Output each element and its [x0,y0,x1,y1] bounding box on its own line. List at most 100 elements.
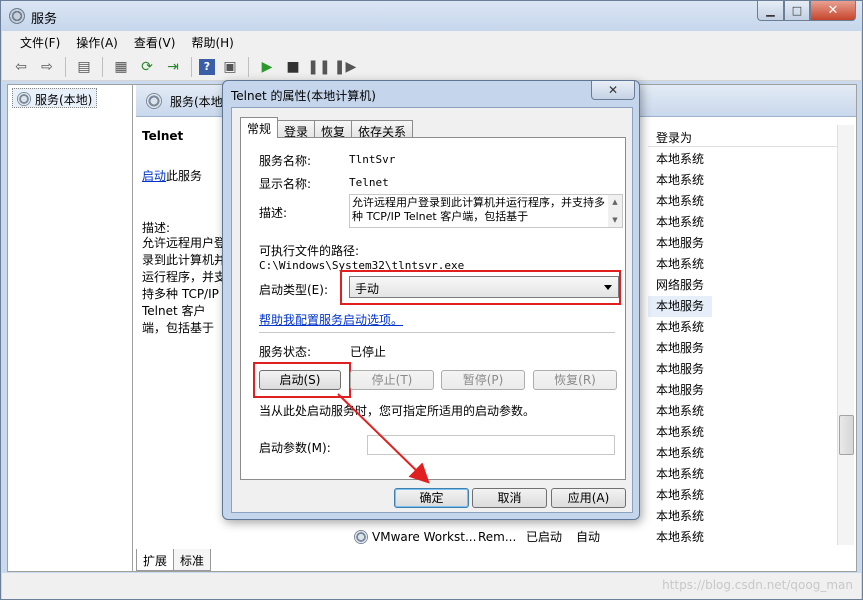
watermark-text: https://blog.csdn.net/qoog_man [662,578,853,592]
scroll-up-icon[interactable]: ▲ [612,195,617,209]
vertical-scrollbar[interactable] [837,125,854,545]
back-arrow-icon[interactable]: ⇦ [10,56,32,78]
description-label: 描述: [259,206,288,220]
list-item[interactable]: 本地系统 [648,170,848,191]
list-item[interactable]: 本地服务 [648,380,848,401]
display-name-label: 显示名称: [259,177,312,191]
close-button[interactable]: ✕ [810,1,856,21]
list-item[interactable]: 本地系统 [648,254,848,275]
list-item[interactable]: 本地系统 [648,527,848,548]
start-service-suffix: 此服务 [166,169,203,183]
toolbar: ⇦ ⇨ ▤ ▦ ⟳ ⇥ ? ▣ ▶ ■ ❚❚ ❚▶ [2,53,861,81]
help-configure-link[interactable]: 帮助我配置服务启动选项。 [259,311,403,328]
description-label: 描述: [142,221,171,235]
highlight-box-startup-type [340,270,621,305]
maximize-button[interactable]: □ [784,1,810,21]
services-gear-icon [146,93,162,109]
tab-recovery[interactable]: 恢复 [314,120,353,139]
restart-service-icon[interactable]: ❚▶ [334,56,357,78]
list-item[interactable]: 本地系统 [648,401,848,422]
toolbar-separator [191,56,192,77]
service-status-value: 已停止 [350,345,387,359]
general-tab-panel: 服务名称: TlntSvr 显示名称: Telnet 描述: 允许远程用户登录到… [240,137,626,480]
service-name-label: 服务名称: [259,154,312,168]
list-item[interactable]: 本地服务 [648,359,848,380]
list-item[interactable]: 本地服务 [648,233,848,254]
scroll-down-icon[interactable]: ▼ [612,213,617,227]
cancel-button[interactable]: 取消 [472,488,547,508]
apply-button[interactable]: 应用(A) [551,488,626,508]
list-item[interactable]: 本地系统 [648,149,848,170]
list-item[interactable]: 本地系统 [648,317,848,338]
start-service-icon[interactable]: ▶ [256,56,278,78]
startup-type-label: 启动类型(E): [259,283,328,297]
status-bar: https://blog.csdn.net/qoog_man [2,573,861,599]
toolbar-separator [102,56,103,77]
service-type-cell: 自动 [576,530,601,544]
minimize-button[interactable]: ▁ [757,1,784,21]
view-tabs: 扩展 标准 [136,549,212,571]
service-status-label: 服务状态: [259,345,312,359]
console-view-icon[interactable]: ▣ [219,56,241,78]
list-item[interactable]: 本地系统 [648,212,848,233]
tab-logon[interactable]: 登录 [277,120,316,139]
list-item[interactable]: 网络服务 [648,275,848,296]
list-item[interactable]: 本地服务 [648,338,848,359]
console-tree: 服务(本地) [8,85,133,571]
window-title: 服务 [31,12,58,27]
services-gear-icon [9,8,25,24]
menu-action[interactable]: 操作(A) [68,31,126,53]
services-gear-icon [17,92,31,106]
tab-dependencies[interactable]: 依存关系 [351,120,414,139]
column-header-logon[interactable]: 登录为 [648,125,848,147]
table-row-vmware[interactable]: VMware Workst... Rem... 已启动 自动 [354,527,616,548]
description-box[interactable]: 允许远程用户登录到此计算机并运行程序，并支持多种 TCP/IP Telnet 客… [349,194,623,228]
dialog-tabs: 常规 登录 恢复 依存关系 [240,117,414,139]
show-hide-tree-icon[interactable]: ▤ [73,56,95,78]
column-header-label: 登录为 [656,131,693,145]
telnet-properties-dialog: Telnet 的属性(本地计算机) ✕ 常规 登录 恢复 依存关系 服务名称: … [222,80,640,520]
list-item[interactable]: 本地系统 [648,422,848,443]
menu-help[interactable]: 帮助(H) [183,31,241,53]
tab-general[interactable]: 常规 [240,117,279,138]
scrollbar-thumb[interactable] [839,415,854,455]
start-hint-text: 当从此处启动服务时，您可指定所适用的启动参数。 [259,404,536,418]
refresh-icon[interactable]: ⟳ [136,56,158,78]
list-item[interactable]: 本地系统 [648,191,848,212]
service-name-cell: VMware Workst... [372,530,477,544]
list-item[interactable]: 本地系统 [648,485,848,506]
menu-bar: 文件(F) 操作(A) 查看(V) 帮助(H) [2,31,861,53]
service-desc-cell: Rem... [478,530,517,544]
start-params-label: 启动参数(M): [259,441,331,455]
start-service-link[interactable]: 启动 [142,169,166,183]
tab-standard[interactable]: 标准 [173,549,212,571]
list-item[interactable]: 本地系统 [648,464,848,485]
tree-item-services-local[interactable]: 服务(本地) [12,88,98,108]
pane-title: 服务(本地 [170,95,223,109]
properties-icon[interactable]: ▦ [110,56,132,78]
ok-button[interactable]: 确定 [394,488,469,508]
resume-button[interactable]: 恢复(R) [533,370,617,390]
forward-arrow-icon[interactable]: ⇨ [36,56,58,78]
description-text: 允许远程用户登录到此计算机并运行程序，并支持多种 TCP/IP Telnet 客… [352,196,605,223]
description-scrollbar[interactable]: ▲ ▼ [608,195,622,227]
export-list-icon[interactable]: ⇥ [162,56,184,78]
dialog-body: 常规 登录 恢复 依存关系 服务名称: TlntSvr 显示名称: Telnet… [231,107,633,513]
list-item[interactable]: 本地系统 [648,443,848,464]
dialog-title: Telnet 的属性(本地计算机) [231,89,376,103]
service-description-panel: Telnet 启动此服务 描述: 允许远程用户登录到此计算机并运行程序，并支持多… [142,129,232,339]
menu-view[interactable]: 查看(V) [126,31,184,53]
tree-item-label: 服务(本地) [35,93,93,107]
pause-button[interactable]: 暂停(P) [441,370,525,390]
highlight-box-start [253,362,351,398]
tab-extended[interactable]: 扩展 [136,549,175,571]
help-icon[interactable]: ? [199,58,215,75]
list-item[interactable]: 本地系统 [648,506,848,527]
menu-file[interactable]: 文件(F) [12,31,68,53]
start-params-input[interactable] [367,435,615,455]
dialog-close-button[interactable]: ✕ [591,81,635,100]
stop-service-icon[interactable]: ■ [282,56,304,78]
list-item-selected[interactable]: 本地服务 [648,296,712,317]
pause-service-icon[interactable]: ❚❚ [307,56,330,78]
stop-button[interactable]: 停止(T) [350,370,434,390]
